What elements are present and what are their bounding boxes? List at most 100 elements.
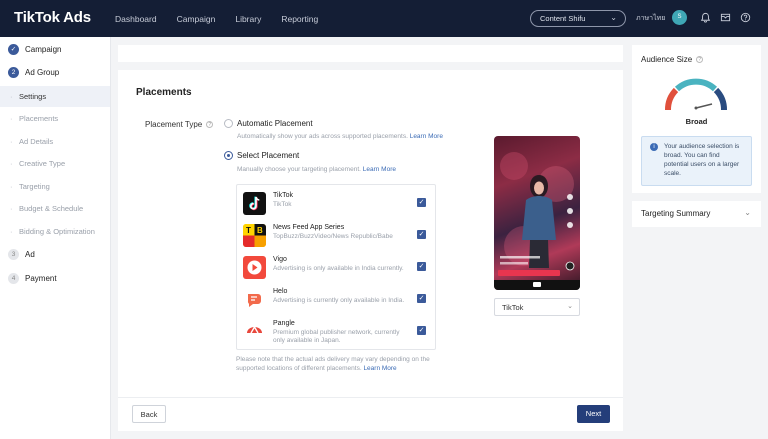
step-number: 3	[8, 249, 19, 260]
learn-more-link[interactable]: Learn More	[363, 365, 396, 372]
select-placement-radio[interactable]	[224, 151, 233, 160]
nav-dashboard[interactable]: Dashboard	[115, 14, 157, 24]
placement-item-tiktok[interactable]: TikTok TikTok ✓	[243, 190, 431, 218]
sidebar-item-placements[interactable]: Placements	[0, 108, 110, 129]
account-selector[interactable]: Content Shifu ⌄	[530, 10, 626, 27]
checkmark-icon: ✓	[8, 44, 19, 55]
tiktok-ads-logo[interactable]: TikTok Ads	[14, 9, 91, 26]
step-label: Payment	[25, 274, 57, 283]
audience-gauge	[664, 78, 728, 111]
ad-preview-phone	[494, 136, 580, 290]
placement-name: Pangle	[273, 320, 295, 327]
footer-bar	[118, 397, 623, 431]
placement-desc: TopBuzz/BuzzVideo/News Republic/Babe	[273, 233, 393, 240]
placement-name: TikTok	[273, 192, 293, 199]
chevron-down-icon: ⌄	[610, 13, 617, 22]
step-campaign[interactable]: ✓ Campaign	[8, 44, 61, 55]
audience-size-title: Audience Size?	[641, 55, 704, 64]
targeting-summary[interactable]: Targeting Summary ⌄	[632, 201, 761, 227]
placement-name: Helo	[273, 288, 288, 295]
placement-desc: Advertising is only available in India c…	[273, 265, 404, 272]
svg-text:T: T	[246, 226, 251, 235]
selected-value: TikTok	[502, 303, 524, 312]
help-icon[interactable]	[739, 12, 751, 24]
learn-more-link[interactable]: Learn More	[410, 133, 443, 140]
placement-desc: TikTok	[273, 201, 292, 208]
avatar[interactable]: S	[672, 10, 687, 25]
step-label: Ad	[25, 250, 35, 259]
placement-name: News Feed App Series	[273, 224, 345, 231]
desc-text: Manually choose your targeting placement…	[237, 166, 361, 173]
next-button[interactable]: Next	[577, 405, 610, 423]
placement-list: TikTok TikTok ✓ TB News Feed App Series …	[236, 184, 436, 350]
preview-placement-select[interactable]: TikTok ⌄	[494, 298, 580, 316]
sidebar-item-bidding-optimization[interactable]: Bidding & Optimization	[0, 221, 110, 242]
top-nav: Dashboard Campaign Library Reporting	[115, 0, 318, 37]
placement-desc: Advertising is currently only available …	[273, 297, 405, 304]
step-label: Ad Group	[25, 68, 60, 77]
top-bar: TikTok Ads Dashboard Campaign Library Re…	[0, 0, 768, 37]
nav-library[interactable]: Library	[235, 14, 261, 24]
delivery-note: Please note that the actual ads delivery…	[236, 355, 451, 373]
checkbox-checked-icon[interactable]: ✓	[417, 198, 426, 207]
checkbox-checked-icon[interactable]: ✓	[417, 230, 426, 239]
placement-item-news-feed[interactable]: TB News Feed App Series TopBuzz/BuzzVide…	[243, 222, 431, 250]
placement-name: Vigo	[273, 256, 287, 263]
sidebar-item-ad-details[interactable]: Ad Details	[0, 131, 110, 152]
placement-item-vigo[interactable]: Vigo Advertising is only available in In…	[243, 254, 431, 282]
section-title: Placements	[136, 87, 192, 98]
question-icon[interactable]: ?	[696, 56, 704, 64]
desc-text: Automatically show your ads across suppo…	[237, 133, 408, 140]
placement-item-helo[interactable]: Helo Advertising is currently only avail…	[243, 286, 431, 314]
step-number: 2	[8, 67, 19, 78]
question-icon[interactable]: ?	[206, 121, 214, 129]
step-label: Campaign	[25, 45, 62, 54]
title-text: Audience Size	[641, 55, 693, 64]
info-text: Your audience selection is broad. You ca…	[664, 143, 740, 177]
mail-icon[interactable]	[719, 12, 731, 24]
label-text: Placement Type	[145, 120, 203, 129]
automatic-placement-radio[interactable]	[224, 119, 233, 128]
preview-image	[494, 152, 580, 290]
note-text: Please note that the actual ads delivery…	[236, 356, 430, 372]
back-button[interactable]: Back	[132, 405, 166, 423]
svg-text:B: B	[257, 226, 263, 235]
audience-level: Broad	[685, 117, 708, 126]
tiktok-logo-icon	[243, 192, 266, 215]
checkbox-checked-icon[interactable]: ✓	[417, 326, 426, 335]
placement-item-pangle[interactable]: Pangle Premium global publisher network,…	[243, 318, 431, 346]
sidebar-item-settings[interactable]: Settings	[0, 86, 110, 107]
learn-more-link[interactable]: Learn More	[363, 166, 396, 173]
bell-icon[interactable]	[699, 12, 711, 24]
language-switch[interactable]: ภาษาไทย	[636, 13, 665, 24]
account-name: Content Shifu	[540, 14, 586, 23]
gauge-needle	[695, 103, 713, 109]
audience-info-box: i Your audience selection is broad. You …	[641, 136, 752, 186]
select-placement-desc: Manually choose your targeting placement…	[237, 166, 396, 173]
info-icon: i	[650, 143, 658, 151]
placement-type-label: Placement Type?	[145, 120, 214, 129]
nav-reporting[interactable]: Reporting	[281, 14, 318, 24]
automatic-placement-desc: Automatically show your ads across suppo…	[237, 133, 443, 140]
step-ad[interactable]: 3 Ad	[8, 249, 35, 260]
sidebar-item-targeting[interactable]: Targeting	[0, 176, 110, 197]
news-feed-apps-icon: TB	[243, 224, 266, 247]
step-payment[interactable]: 4 Payment	[8, 273, 57, 284]
sidebar-item-budget-schedule[interactable]: Budget & Schedule	[0, 198, 110, 219]
vigo-play-icon	[243, 256, 266, 279]
targeting-summary-label: Targeting Summary	[641, 209, 711, 218]
placement-desc: Premium global publisher network, curren…	[273, 329, 400, 344]
nav-campaign[interactable]: Campaign	[177, 14, 216, 24]
step-ad-group[interactable]: 2 Ad Group	[8, 67, 59, 78]
previous-section-card	[118, 45, 623, 62]
checkbox-checked-icon[interactable]: ✓	[417, 262, 426, 271]
chevron-down-icon: ⌄	[744, 208, 751, 217]
checkbox-checked-icon[interactable]: ✓	[417, 294, 426, 303]
helo-chat-icon	[243, 288, 266, 311]
step-number: 4	[8, 273, 19, 284]
automatic-placement-label[interactable]: Automatic Placement	[237, 119, 313, 128]
pangle-logo-icon	[243, 320, 266, 343]
chevron-down-icon: ⌄	[567, 303, 573, 310]
select-placement-label[interactable]: Select Placement	[237, 151, 299, 160]
sidebar-item-creative-type[interactable]: Creative Type	[0, 153, 110, 174]
